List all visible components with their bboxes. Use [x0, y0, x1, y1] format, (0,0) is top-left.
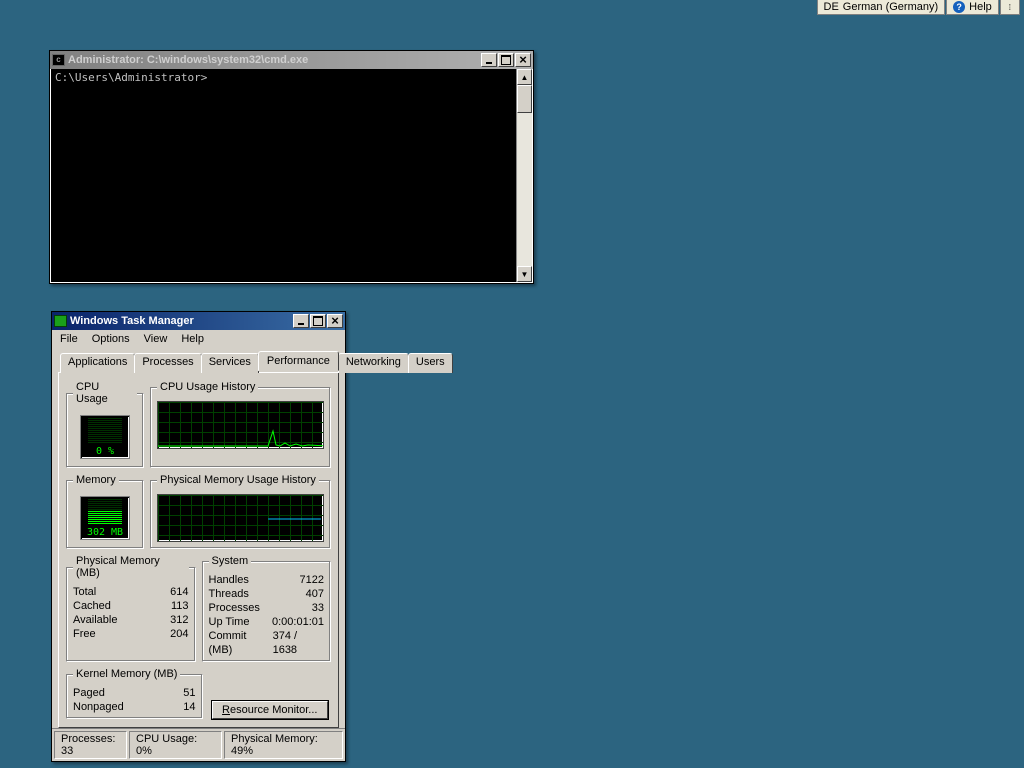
sys-handles-label: Handles	[209, 573, 249, 587]
lang-label: German (Germany)	[843, 1, 938, 13]
menu-help[interactable]: Help	[175, 332, 210, 346]
sys-commit-label: Commit (MB)	[209, 629, 273, 657]
tab-applications[interactable]: Applications	[60, 353, 135, 373]
menu-options[interactable]: Options	[86, 332, 136, 346]
tm-icon	[54, 315, 67, 327]
pm-total-val: 614	[170, 585, 188, 599]
lang-code: DE	[824, 1, 839, 13]
task-manager-window: Windows Task Manager File Options View H…	[51, 311, 346, 762]
cpu-usage-value: 0 %	[96, 446, 114, 457]
tm-menubar: File Options View Help	[52, 330, 345, 348]
cpu-history-graph	[157, 401, 324, 449]
pm-cached-val: 113	[171, 599, 189, 613]
resource-monitor-button[interactable]: Resource Monitor...	[212, 701, 328, 719]
tm-statusbar: Processes: 33 CPU Usage: 0% Physical Mem…	[52, 728, 345, 761]
pm-total-label: Total	[73, 585, 96, 599]
sys-uptime-val: 0:00:01:01	[272, 615, 324, 629]
pm-avail-label: Available	[73, 613, 117, 627]
maximize-button[interactable]	[310, 314, 326, 328]
close-button[interactable]	[327, 314, 343, 328]
memory-group: Memory 302 MB	[66, 474, 144, 549]
pm-free-label: Free	[73, 627, 96, 641]
cmd-titlebar[interactable]: Administrator: C:\windows\system32\cmd.e…	[50, 51, 533, 69]
tab-users[interactable]: Users	[408, 353, 453, 373]
tab-services[interactable]: Services	[201, 353, 259, 373]
cmd-icon	[52, 54, 65, 66]
km-nonpaged-label: Nonpaged	[73, 700, 124, 714]
sys-threads-label: Threads	[209, 587, 249, 601]
cmd-title: Administrator: C:\windows\system32\cmd.e…	[68, 54, 308, 66]
tab-networking[interactable]: Networking	[338, 353, 409, 373]
status-cpu: CPU Usage: 0%	[129, 731, 222, 759]
sys-procs-label: Processes	[209, 601, 260, 615]
cpu-history-group: CPU Usage History	[150, 381, 331, 468]
pm-avail-val: 312	[170, 613, 188, 627]
sys-commit-val: 374 / 1638	[273, 629, 324, 657]
sys-uptime-label: Up Time	[209, 615, 250, 629]
sys-handles-val: 7122	[300, 573, 324, 587]
cpu-usage-meter: 0 %	[80, 415, 130, 459]
system-title: System	[209, 555, 252, 567]
cpu-usage-label: CPU Usage	[73, 381, 137, 405]
menu-view[interactable]: View	[138, 332, 174, 346]
kernel-mem-group: Kernel Memory (MB) Paged 51 Nonpaged 14	[66, 668, 203, 719]
cmd-body: C:\Users\Administrator> ▲ ▼	[50, 69, 533, 283]
status-mem: Physical Memory: 49%	[224, 731, 343, 759]
help-button[interactable]: ? Help	[946, 0, 999, 15]
pm-free-val: 204	[170, 627, 188, 641]
performance-page: CPU Usage 0 % CPU Usage History	[58, 372, 339, 728]
scroll-down-icon[interactable]: ▼	[517, 266, 532, 282]
scroll-up-icon[interactable]: ▲	[517, 69, 532, 85]
menu-file[interactable]: File	[54, 332, 84, 346]
scroll-thumb[interactable]	[517, 85, 532, 113]
scroll-track[interactable]	[517, 113, 532, 266]
cpu-history-label: CPU Usage History	[157, 381, 258, 393]
language-indicator[interactable]: DE German (Germany)	[817, 0, 946, 15]
help-label: Help	[969, 1, 992, 13]
chevron-down-icon: ⁞	[1007, 3, 1013, 12]
memory-label: Memory	[73, 474, 119, 486]
memory-meter: 302 MB	[80, 496, 130, 540]
km-nonpaged-val: 14	[183, 700, 195, 714]
mem-history-label: Physical Memory Usage History	[157, 474, 319, 486]
km-paged-val: 51	[183, 686, 195, 700]
topbar-menu-toggle[interactable]: ⁞	[1000, 0, 1020, 15]
mem-history-graph	[157, 494, 324, 542]
tm-title: Windows Task Manager	[70, 315, 194, 327]
cmd-window: Administrator: C:\windows\system32\cmd.e…	[49, 50, 534, 284]
pm-cached-label: Cached	[73, 599, 111, 613]
mem-history-group: Physical Memory Usage History	[150, 474, 331, 549]
desktop-topbar: DE German (Germany) ? Help ⁞	[817, 0, 1021, 15]
phys-mem-group: Physical Memory (MB) Total614 Cached113 …	[66, 555, 196, 662]
cmd-scrollbar[interactable]: ▲ ▼	[516, 69, 532, 282]
status-processes: Processes: 33	[54, 731, 127, 759]
minimize-button[interactable]	[293, 314, 309, 328]
close-button[interactable]	[515, 53, 531, 67]
minimize-button[interactable]	[481, 53, 497, 67]
cpu-usage-group: CPU Usage 0 %	[66, 381, 144, 468]
phys-mem-title: Physical Memory (MB)	[73, 555, 189, 579]
sys-threads-val: 407	[306, 587, 324, 601]
system-group: System Handles 7122 Threads 407 Processes 3…	[202, 555, 332, 662]
help-icon: ?	[953, 1, 965, 13]
maximize-button[interactable]	[498, 53, 514, 67]
tab-processes[interactable]: Processes	[134, 353, 201, 373]
tm-tabs: Applications Processes Services Performa…	[58, 353, 339, 373]
kernel-mem-title: Kernel Memory (MB)	[73, 668, 180, 680]
km-paged-label: Paged	[73, 686, 105, 700]
memory-value: 302 MB	[87, 527, 123, 538]
tm-titlebar[interactable]: Windows Task Manager	[52, 312, 345, 330]
tab-performance[interactable]: Performance	[258, 351, 339, 371]
sys-procs-val: 33	[312, 601, 324, 615]
cmd-output[interactable]: C:\Users\Administrator>	[51, 69, 516, 282]
